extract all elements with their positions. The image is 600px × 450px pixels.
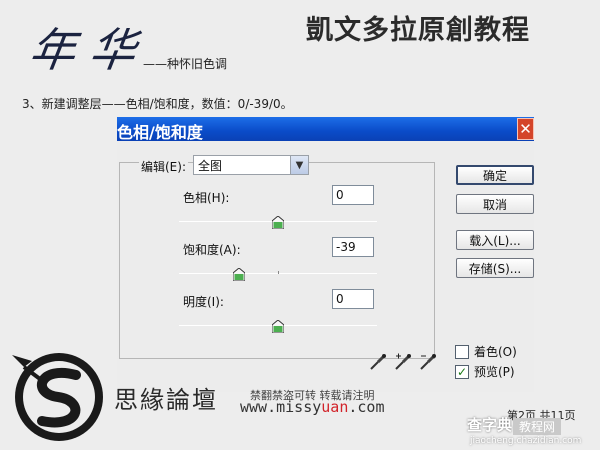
saturation-input[interactable]: -39 [332, 237, 374, 257]
hue-label: 色相(H): [183, 191, 230, 205]
preview-checkbox[interactable]: ✓ [455, 364, 469, 379]
edit-label: 编辑(E): [139, 158, 188, 175]
colorize-checkbox-row[interactable]: 着色(O) [455, 343, 517, 360]
preview-checkbox-row[interactable]: ✓ 预览(P) [455, 363, 515, 380]
eyedropper-minus-icon[interactable] [419, 353, 437, 371]
site-url-accent: uan [321, 398, 349, 416]
colorize-checkbox[interactable] [455, 344, 469, 359]
edit-select-value: 全图 [198, 158, 223, 173]
eyedropper-icon[interactable] [369, 353, 387, 371]
edit-row: 编辑(E): [139, 158, 188, 175]
checkmark-icon: ✓ [456, 364, 468, 379]
watermark-main: 查字典 [467, 416, 513, 434]
load-button[interactable]: 载入(L)... [456, 230, 534, 250]
saturation-label: 饱和度(A): [183, 243, 241, 257]
hue-slider-thumb[interactable] [272, 216, 284, 229]
header-subtitle: ——种怀旧色调 [143, 57, 228, 71]
watermark-url: jiaocheng.chazidian.com [470, 436, 582, 446]
site-url[interactable]: www.missyuan.com [240, 398, 385, 416]
site-logo-icon [12, 353, 103, 441]
colorize-label: 着色(O) [474, 345, 517, 359]
hue-saturation-dialog: 色相/饱和度 ✕ 编辑(E): 全图 ▼ 色相(H): 0 饱和度(A): -3… [117, 117, 534, 392]
preview-label: 预览(P) [474, 365, 515, 379]
saturation-slider-thumb[interactable] [233, 268, 246, 281]
ok-button[interactable]: 确定 [456, 165, 534, 185]
lightness-slider-thumb[interactable] [272, 320, 284, 333]
hue-input[interactable]: 0 [332, 185, 374, 205]
step-instruction: 3、新建调整层——色相/饱和度，数值：0/-39/0。 [22, 97, 293, 111]
eyedropper-plus-icon[interactable] [394, 353, 412, 371]
save-button[interactable]: 存储(S)... [456, 258, 534, 278]
header-calligraphy: 年华 [25, 23, 154, 77]
watermark-badge: 教程网 [513, 418, 562, 435]
dialog-titlebar[interactable]: 色相/饱和度 ✕ [117, 117, 534, 142]
dialog-title: 色相/饱和度 [117, 123, 203, 142]
close-icon: ✕ [519, 120, 532, 138]
saturation-center-tick [278, 271, 279, 274]
lightness-input[interactable]: 0 [332, 289, 374, 309]
lightness-label: 明度(I): [183, 295, 224, 309]
chevron-down-icon[interactable]: ▼ [290, 156, 308, 174]
site-name: 思緣論壇 [114, 386, 218, 414]
edit-select[interactable]: 全图 ▼ [193, 155, 309, 175]
cancel-button[interactable]: 取消 [456, 194, 534, 214]
close-button[interactable]: ✕ [517, 118, 534, 140]
brand-title: 凱文多拉原創教程 [306, 15, 530, 46]
site-url-prefix: www.missy [240, 398, 322, 416]
site-url-suffix: .com [348, 398, 385, 416]
